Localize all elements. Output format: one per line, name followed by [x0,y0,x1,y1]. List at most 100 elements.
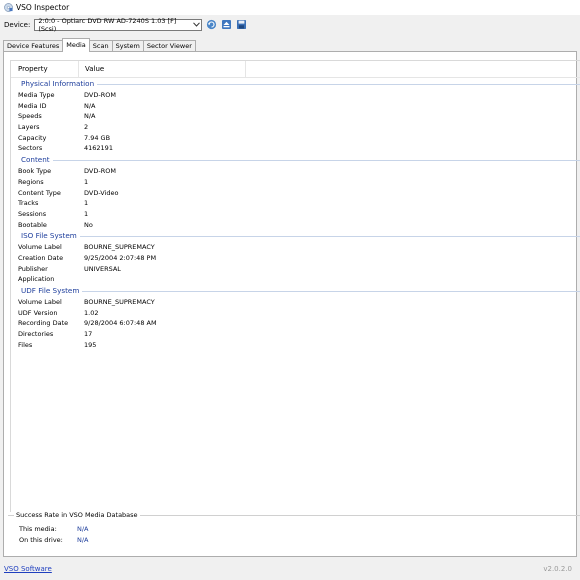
device-select[interactable]: 2:0:0 - Optiarc DVD RW AD-7240S 1.03 [F]… [34,16,203,33]
property-value: DVD-ROM [84,91,116,99]
group-physical-information: Physical Information Media Type DVD-ROM M… [11,78,580,154]
table-row[interactable]: Sessions 1 [11,209,580,220]
property-value: 1 [84,199,89,208]
property-value: BOURNE_SUPREMACY [84,298,155,306]
column-header-property[interactable]: Property [11,61,79,77]
group-divider [97,83,580,85]
table-row[interactable]: Media ID N/A [11,101,580,112]
chevron-down-icon [192,20,202,30]
footer: VSO Software v2.0.2.0 [0,560,580,580]
this-media-value: N/A [77,525,89,533]
save-icon[interactable] [236,19,247,30]
property-value: DVD-ROM [84,167,116,176]
this-media-label: This media: [19,525,57,533]
window-title: VSO Inspector [16,3,70,12]
title-bar: VSO Inspector [0,0,580,15]
property-value: 7.94 GB [84,133,111,142]
property-value: N/A [84,101,96,110]
table-row[interactable]: UDF Version 1.02 [11,308,580,319]
property-value: DVD-Video [84,188,119,197]
property-value: 195 [84,340,97,349]
property-name: Application [18,275,55,284]
this-drive-label: On this drive: [19,536,63,544]
property-value: 1 [84,209,89,218]
group-divider [82,290,580,292]
table-row[interactable]: Bootable No [11,220,580,231]
table-row[interactable]: Content Type DVD-Video [11,188,580,199]
property-name: UDF Version [18,308,58,317]
property-value: No [84,220,93,229]
property-value: 1 [84,177,89,186]
table-row[interactable]: Regions 1 [11,177,580,188]
group-title: UDF File System [11,285,580,297]
group-divider [52,159,580,161]
device-bar: Device: 2:0:0 - Optiarc DVD RW AD-7240S … [0,16,580,33]
property-value: UNIVERSAL [84,264,121,273]
group-title-text: UDF File System [21,286,80,295]
group-divider [79,235,580,237]
property-name: Sectors [18,144,43,153]
property-name: Capacity [18,133,47,142]
property-value: 17 [84,330,93,339]
table-row[interactable]: Recording Date 9/28/2004 6:07:48 AM [11,318,580,329]
table-row[interactable]: Sectors 4162191 [11,143,580,154]
property-name: Recording Date [18,319,69,328]
device-label: Device: [4,20,31,29]
group-content: Content Book Type DVD-ROM Regions 1 Conten… [11,154,580,230]
group-title: Content [11,154,580,166]
property-name: Tracks [18,199,39,208]
group-title: Physical Information [11,78,580,90]
column-header-value[interactable]: Value [79,61,246,77]
list-header: Property Value [11,61,580,78]
table-row[interactable]: Media Type DVD-ROM [11,90,580,101]
group-iso-file-system: ISO File System Volume Label BOURNE_SUPRE… [11,230,580,285]
property-value: 2 [84,123,89,132]
property-value: 9/25/2004 2:07:48 PM [84,253,157,262]
this-media-row: This media: N/A [19,525,89,533]
media-properties-list[interactable]: Property Value Physical Information Medi… [10,60,580,512]
property-name: Volume Label [18,243,62,252]
group-title: ISO File System [11,230,580,242]
media-panel: Property Value Physical Information Medi… [3,51,580,557]
table-row[interactable]: Creation Date 9/25/2004 2:07:48 PM [11,253,580,264]
tab-media[interactable]: Media [62,38,90,52]
property-name: Volume Label [18,298,62,306]
table-row[interactable]: Tracks 1 [11,198,580,209]
tab-strip: Device Features Media Scan System Sector… [3,38,196,52]
property-name: Book Type [18,167,52,176]
table-row[interactable]: Book Type DVD-ROM [11,166,580,177]
success-rate-group: Success Rate in VSO Media Database This … [8,511,580,553]
vso-software-link[interactable]: VSO Software [4,565,52,573]
table-row[interactable]: Directories 17 [11,329,580,340]
table-row[interactable]: Speeds N/A [11,111,580,122]
property-value: 9/28/2004 6:07:48 AM [84,319,157,328]
property-name: Directories [18,330,54,339]
this-drive-row: On this drive: N/A [19,536,89,544]
property-value [78,274,84,285]
table-row[interactable]: Files 195 [11,340,580,351]
property-name: Media ID [18,101,47,110]
group-title-text: Physical Information [21,79,95,88]
property-name: Speeds [18,112,42,121]
property-name: Bootable [18,220,47,229]
property-name: Media Type [18,91,55,99]
property-name: Layers [18,123,40,132]
property-value: 4162191 [84,144,113,153]
group-title-text: ISO File System [21,231,77,241]
table-row[interactable]: Application [11,274,580,285]
refresh-icon[interactable] [206,19,217,30]
table-row[interactable]: Volume Label BOURNE_SUPREMACY [11,242,580,253]
property-name: Files [18,340,33,349]
table-row[interactable]: Layers 2 [11,122,580,133]
property-value: 1.02 [84,308,99,317]
eject-icon[interactable] [221,19,232,30]
table-row[interactable]: Capacity 7.94 GB [11,133,580,144]
table-row[interactable]: Publisher UNIVERSAL [11,264,580,275]
table-row[interactable]: Volume Label BOURNE_SUPREMACY [11,297,580,308]
property-value: N/A [84,112,96,121]
property-name: Content Type [18,188,61,197]
property-name: Creation Date [18,253,64,262]
group-udf-file-system: UDF File System Volume Label BOURNE_SUPRE… [11,285,580,350]
device-select-value: 2:0:0 - Optiarc DVD RW AD-7240S 1.03 [F]… [38,16,177,33]
property-name: Regions [18,177,44,186]
